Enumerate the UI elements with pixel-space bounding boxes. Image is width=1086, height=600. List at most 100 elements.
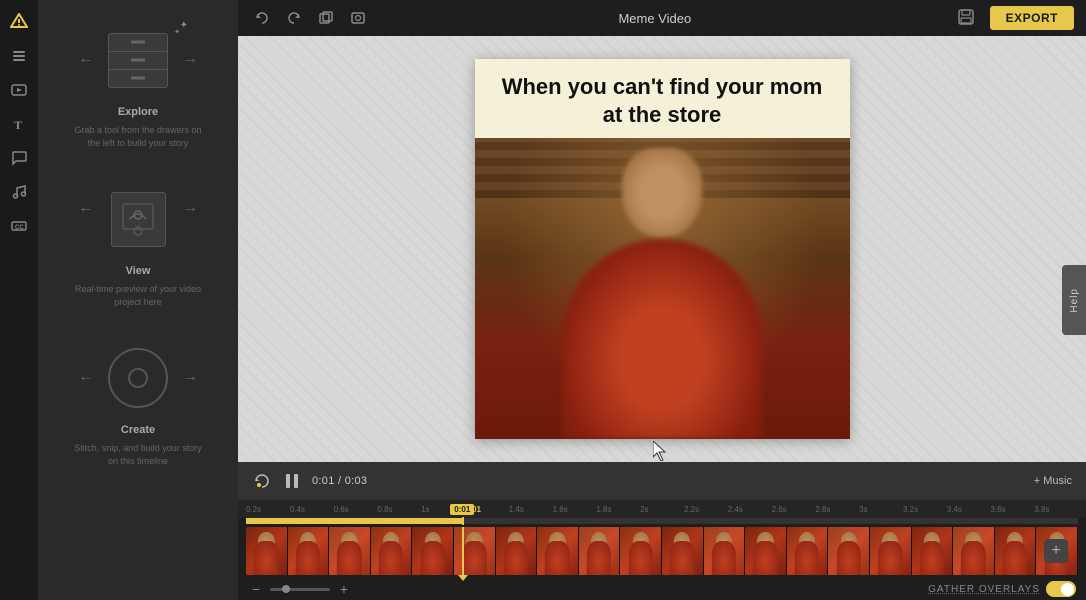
- view-title: View: [126, 265, 151, 277]
- save-icon[interactable]: [958, 9, 974, 28]
- film-frame-19: [995, 527, 1037, 575]
- ruler-mark-15: 3.2s: [903, 505, 947, 514]
- f10-person: [628, 541, 652, 575]
- time-current: 0:01: [312, 475, 335, 487]
- ruler-mark-13: 2.8s: [815, 505, 859, 514]
- film-frame-4: [371, 527, 413, 575]
- video-thumbnail: [475, 138, 850, 439]
- topbar: Meme Video EXPORT: [238, 0, 1086, 36]
- undo-icon: [255, 11, 269, 25]
- time-separator: /: [338, 475, 345, 487]
- add-clip-button[interactable]: +: [1044, 539, 1068, 563]
- reel-inner: [128, 368, 148, 388]
- explore-illustration: ← ✦ ✦ →: [78, 20, 198, 100]
- zoom-slider[interactable]: [270, 588, 330, 591]
- time-total: 0:03: [345, 475, 368, 487]
- sparkle-small-icon: ✦: [174, 28, 180, 36]
- f4-person: [379, 541, 403, 575]
- right-arrow-icon: →: [182, 50, 198, 68]
- f11-person: [670, 541, 694, 575]
- view-tool: ← → View Real-time preview of your video…: [68, 179, 208, 308]
- logo-icon[interactable]: [5, 8, 33, 36]
- music-button[interactable]: + Music: [1034, 475, 1072, 487]
- film-frame-6: [454, 527, 496, 575]
- strip-playhead: [462, 527, 464, 575]
- view-description: Real-time preview of your video project …: [68, 283, 208, 308]
- drawer-handle-top: [131, 41, 145, 44]
- export-button[interactable]: EXPORT: [990, 6, 1074, 30]
- undo-button[interactable]: [250, 6, 274, 30]
- film-frame-5: [412, 527, 454, 575]
- screenshot-button[interactable]: [346, 6, 370, 30]
- ruler-mark-17: 3.6s: [991, 505, 1035, 514]
- save-svg: [958, 9, 974, 25]
- media-icon[interactable]: [5, 76, 33, 104]
- timeline-controls: − + GATHER OVERLAYS: [238, 578, 1086, 600]
- redo-button[interactable]: [282, 6, 306, 30]
- ruler-mark-3: 0.8s: [377, 505, 421, 514]
- film-frame-10: [620, 527, 662, 575]
- ruler-mark-18: 3.8s: [1034, 505, 1078, 514]
- drawer-mid: [109, 52, 167, 70]
- film-strip-row: +: [246, 527, 1078, 575]
- f19-person: [1003, 541, 1027, 575]
- drawer-illustration: [108, 33, 168, 88]
- film-frame-15: [828, 527, 870, 575]
- comments-icon[interactable]: [5, 144, 33, 172]
- view-right-arrow-icon: →: [182, 199, 198, 217]
- film-frame-2: [288, 527, 330, 575]
- f15-person: [836, 541, 860, 575]
- gather-overlays-label: GATHER OVERLAYS: [928, 584, 1040, 595]
- timeline-progress-bar[interactable]: 0:01: [246, 518, 1078, 524]
- zoom-out-button[interactable]: −: [248, 581, 264, 597]
- create-title: Create: [121, 424, 155, 436]
- meme-text: When you can't find your mom at the stor…: [475, 59, 850, 138]
- text-icon[interactable]: T: [5, 110, 33, 138]
- f8-person: [545, 541, 569, 575]
- music-icon[interactable]: [5, 178, 33, 206]
- film-frame-3: [329, 527, 371, 575]
- film-frame-16: [870, 527, 912, 575]
- help-button[interactable]: Help: [1062, 265, 1086, 335]
- gather-overlays-section: GATHER OVERLAYS: [928, 581, 1076, 597]
- create-tool: ← → Create Stitch, snip, and build your …: [68, 338, 208, 467]
- loop-icon: [254, 473, 270, 489]
- ruler-mark-1: 0.4s: [290, 505, 334, 514]
- timeline-playhead[interactable]: [462, 517, 464, 525]
- video-frame: When you can't find your mom at the stor…: [475, 59, 850, 439]
- pause-button[interactable]: [282, 471, 302, 491]
- zoom-slider-thumb: [282, 585, 290, 593]
- captions-icon[interactable]: CC: [5, 212, 33, 240]
- zoom-in-button[interactable]: +: [336, 581, 352, 597]
- film-frame-13: [745, 527, 787, 575]
- ruler-mark-12: 2.6s: [772, 505, 816, 514]
- loop-button[interactable]: [252, 471, 272, 491]
- person-body: [562, 239, 762, 439]
- cursor: [653, 441, 669, 462]
- preview-area: When you can't find your mom at the stor…: [238, 36, 1086, 462]
- create-illustration: ← →: [78, 338, 198, 418]
- ruler-mark-2: 0.6s: [334, 505, 378, 514]
- f3-person: [337, 541, 361, 575]
- film-frame-17: [912, 527, 954, 575]
- person-face: [622, 148, 702, 238]
- toggle-knob: [1061, 583, 1074, 596]
- create-description: Stitch, snip, and build your story on th…: [68, 442, 208, 467]
- timeline-playhead-marker: 0:01: [450, 504, 474, 515]
- layers-icon[interactable]: [5, 42, 33, 70]
- ruler-mark-14: 3s: [859, 505, 903, 514]
- f17-person: [920, 541, 944, 575]
- film-frame-14: [787, 527, 829, 575]
- ruler-mark-8: 1.8s: [596, 505, 640, 514]
- ruler-mark-11: 2.4s: [728, 505, 772, 514]
- f6-person: [462, 541, 486, 575]
- current-time: 0:01 / 0:03: [312, 475, 367, 487]
- svg-text:CC: CC: [15, 225, 24, 231]
- reel-illustration: [108, 348, 168, 408]
- f16-person: [878, 541, 902, 575]
- view-illustration: ← →: [78, 179, 198, 259]
- gather-overlays-toggle[interactable]: [1046, 581, 1076, 597]
- canvas-illustration: [111, 192, 166, 247]
- f13-person: [753, 541, 777, 575]
- duplicate-button[interactable]: [314, 6, 338, 30]
